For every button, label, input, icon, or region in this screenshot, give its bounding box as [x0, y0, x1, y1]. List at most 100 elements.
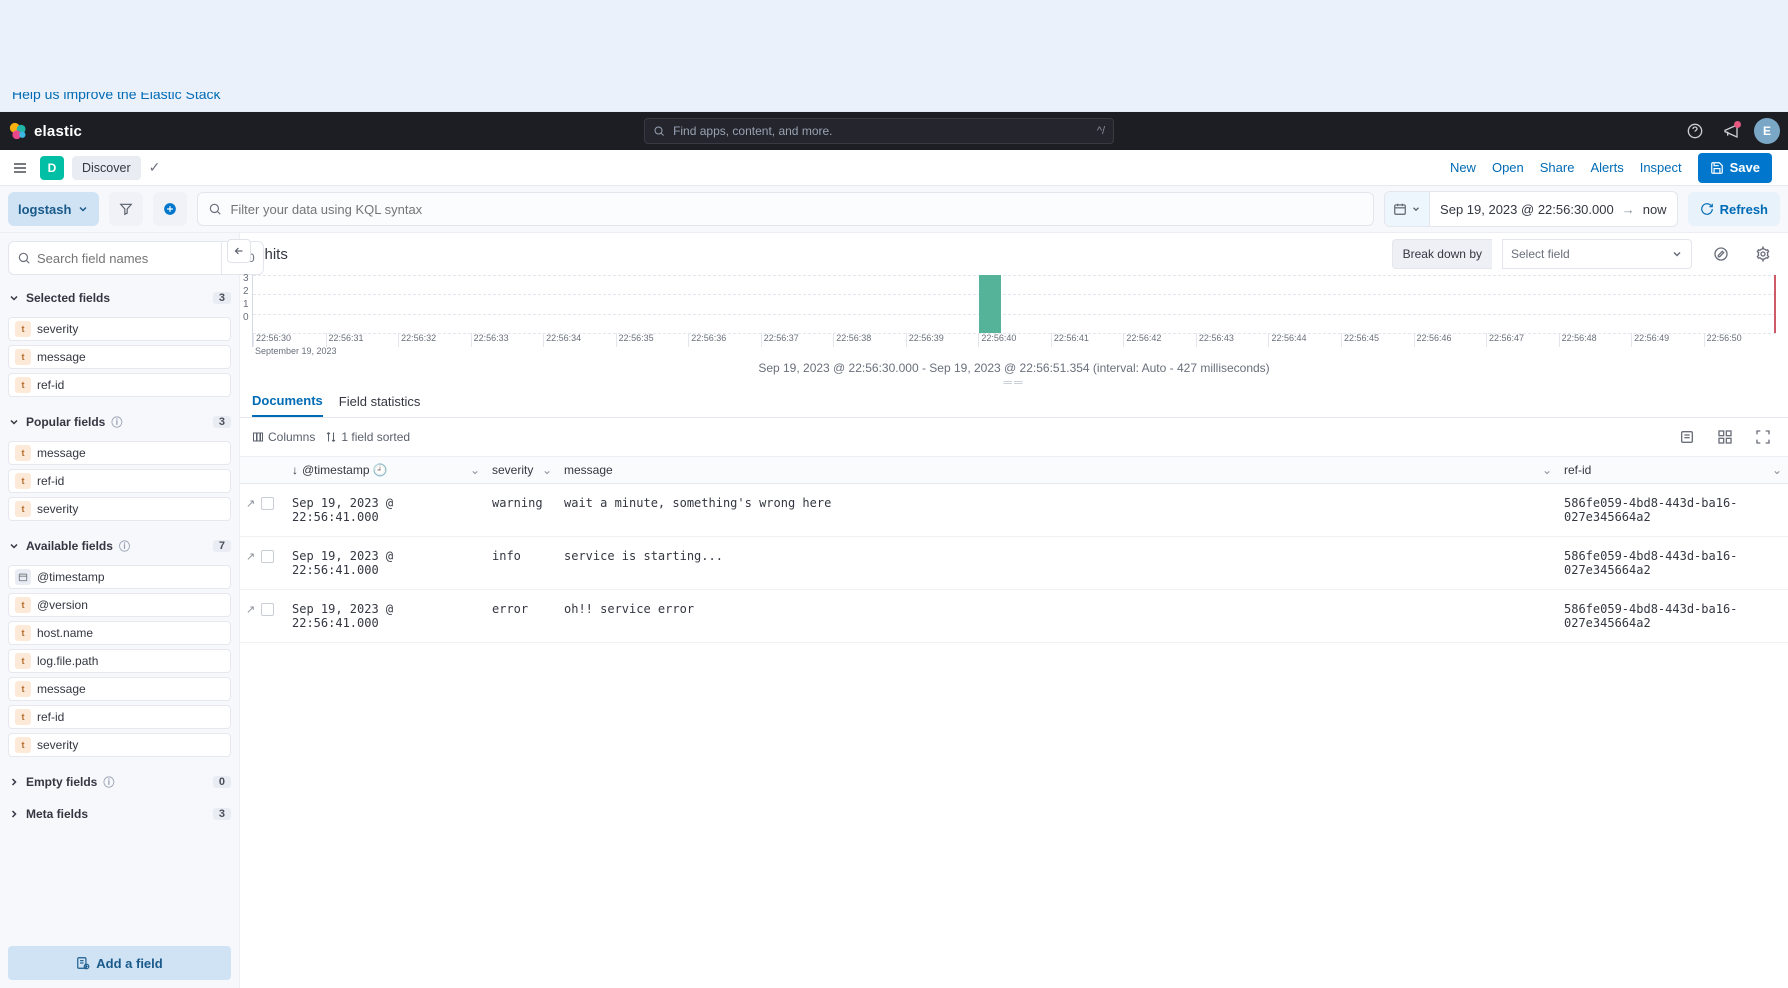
field-name: message — [37, 682, 86, 696]
x-tick: 22:56:30 — [253, 333, 326, 347]
section-available-fields[interactable]: Available fields ⓘ 7 — [8, 531, 231, 561]
field-item[interactable]: tseverity — [8, 317, 231, 341]
col-severity[interactable]: severity⌄ — [486, 457, 558, 484]
field-item[interactable]: tref-id — [8, 469, 231, 493]
refresh-button[interactable]: Refresh — [1688, 192, 1780, 226]
nav-toggle-icon[interactable] — [8, 160, 32, 176]
fullscreen-button[interactable] — [1750, 424, 1776, 450]
chevron-down-icon[interactable]: ⌄ — [1542, 463, 1552, 477]
kql-bar[interactable] — [197, 192, 1374, 226]
nav-open[interactable]: Open — [1492, 160, 1524, 175]
col-ref-id[interactable]: ref-id⌄ — [1558, 457, 1788, 484]
histogram-chart[interactable]: 3210 22:56:3022:56:3122:56:3222:56:3322:… — [252, 275, 1776, 347]
add-field-button[interactable]: Add a field — [8, 946, 231, 980]
space-badge[interactable]: D — [40, 156, 64, 180]
field-name: ref-id — [37, 474, 64, 488]
pencil-icon — [1713, 246, 1729, 262]
col-message[interactable]: message⌄ — [558, 457, 1558, 484]
field-search-input[interactable] — [37, 251, 213, 266]
nav-alerts[interactable]: Alerts — [1590, 160, 1623, 175]
col-timestamp[interactable]: ↓@timestamp 🕘⌄ — [286, 457, 486, 484]
add-filter-button[interactable] — [153, 192, 187, 226]
table-controls: Columns 1 field sorted — [240, 418, 1788, 457]
cell-severity: warning — [486, 484, 558, 537]
section-popular-fields[interactable]: Popular fields ⓘ 3 — [8, 407, 231, 437]
save-button[interactable]: Save — [1698, 153, 1772, 183]
field-item[interactable]: tmessage — [8, 677, 231, 701]
now-line — [1774, 275, 1776, 333]
field-name: ref-id — [37, 710, 64, 724]
resize-handle[interactable]: ══ — [240, 375, 1788, 385]
table-row[interactable]: ↗ Sep 19, 2023 @ 22:56:41.000 error oh!!… — [240, 590, 1788, 643]
view-grid-button[interactable] — [1712, 424, 1738, 450]
collapse-sidebar-button[interactable] — [227, 239, 251, 263]
global-header: elastic Find apps, content, and more. ^/… — [0, 112, 1788, 150]
calendar-button[interactable] — [1385, 192, 1430, 226]
filter-funnel-button[interactable] — [109, 192, 143, 226]
table-row[interactable]: ↗ Sep 19, 2023 @ 22:56:41.000 warning wa… — [240, 484, 1788, 537]
date-type-icon — [15, 569, 31, 585]
edit-viz-button[interactable] — [1708, 241, 1734, 267]
news-icon[interactable] — [1718, 118, 1744, 144]
columns-icon — [252, 431, 264, 443]
field-item[interactable]: thost.name — [8, 621, 231, 645]
field-item[interactable]: t ref-id — [8, 373, 231, 397]
text-type-icon: t — [15, 377, 31, 393]
columns-button[interactable]: Columns — [252, 430, 315, 444]
sort-button[interactable]: 1 field sorted — [325, 430, 410, 444]
arrow-right-icon: → — [1622, 202, 1635, 217]
field-item[interactable]: tmessage — [8, 441, 231, 465]
row-checkbox[interactable] — [261, 497, 274, 510]
x-tick: 22:56:45 — [1341, 333, 1414, 347]
text-type-icon: t — [15, 501, 31, 517]
tab-field-statistics[interactable]: Field statistics — [339, 385, 421, 417]
field-item[interactable]: tlog.file.path — [8, 649, 231, 673]
elastic-logo-group[interactable]: elastic — [8, 121, 82, 141]
chevron-down-icon[interactable]: ⌄ — [1772, 463, 1782, 477]
section-empty-fields[interactable]: Empty fields ⓘ 0 — [8, 767, 231, 797]
field-name: ref-id — [37, 378, 64, 392]
improve-banner[interactable]: Help us improve the Elastic Stack — [0, 92, 1788, 112]
kql-input[interactable] — [230, 202, 1363, 217]
breakdown-select[interactable]: Select field — [1502, 239, 1692, 269]
date-picker[interactable]: Sep 19, 2023 @ 22:56:30.000 → now — [1384, 191, 1678, 227]
chevron-down-icon[interactable]: ⌄ — [470, 463, 480, 477]
field-item[interactable]: tseverity — [8, 497, 231, 521]
field-item[interactable]: t@version — [8, 593, 231, 617]
filter-bar: logstash Sep 19, 2023 @ 22:56:30.000 → n… — [0, 186, 1788, 232]
expand-row-icon[interactable]: ↗ — [246, 604, 255, 616]
help-icon[interactable] — [1682, 118, 1708, 144]
expand-row-icon[interactable]: ↗ — [246, 498, 255, 510]
nav-inspect[interactable]: Inspect — [1640, 160, 1682, 175]
field-search[interactable] — [8, 241, 222, 275]
nav-share[interactable]: Share — [1540, 160, 1575, 175]
columns-label: Columns — [268, 430, 315, 444]
index-add-icon — [76, 956, 90, 970]
field-item[interactable]: @timestamp — [8, 565, 231, 589]
user-avatar[interactable]: E — [1754, 118, 1780, 144]
view-single-button[interactable] — [1674, 424, 1700, 450]
hits-row: 3 hits Break down by Select field — [240, 233, 1788, 275]
field-item[interactable]: t ref-id — [8, 705, 231, 729]
chart-settings-button[interactable] — [1750, 241, 1776, 267]
check-icon[interactable]: ✓ — [149, 159, 161, 176]
text-type-icon: t — [15, 709, 31, 725]
nav-new[interactable]: New — [1450, 160, 1476, 175]
dataview-selector[interactable]: logstash — [8, 192, 99, 226]
date-range-display[interactable]: Sep 19, 2023 @ 22:56:30.000 → now — [1430, 202, 1677, 217]
global-search[interactable]: Find apps, content, and more. ^/ — [644, 118, 1114, 144]
chevron-down-icon[interactable]: ⌄ — [542, 463, 552, 477]
tab-documents[interactable]: Documents — [252, 385, 323, 417]
field-item[interactable]: tseverity — [8, 733, 231, 757]
expand-row-icon[interactable]: ↗ — [246, 551, 255, 563]
section-meta-fields[interactable]: Meta fields 3 — [8, 799, 231, 829]
breadcrumb[interactable]: Discover — [72, 156, 141, 180]
field-item[interactable]: tmessage — [8, 345, 231, 369]
row-checkbox[interactable] — [261, 550, 274, 563]
collapse-icon — [232, 244, 246, 258]
row-checkbox[interactable] — [261, 603, 274, 616]
table-row[interactable]: ↗ Sep 19, 2023 @ 22:56:41.000 info servi… — [240, 537, 1788, 590]
section-selected-fields[interactable]: Selected fields 3 — [8, 283, 231, 313]
chart-bar[interactable] — [979, 275, 1001, 333]
cell-ref-id: 586fe059-4bd8-443d-ba16-027e345664a2 — [1558, 590, 1788, 643]
